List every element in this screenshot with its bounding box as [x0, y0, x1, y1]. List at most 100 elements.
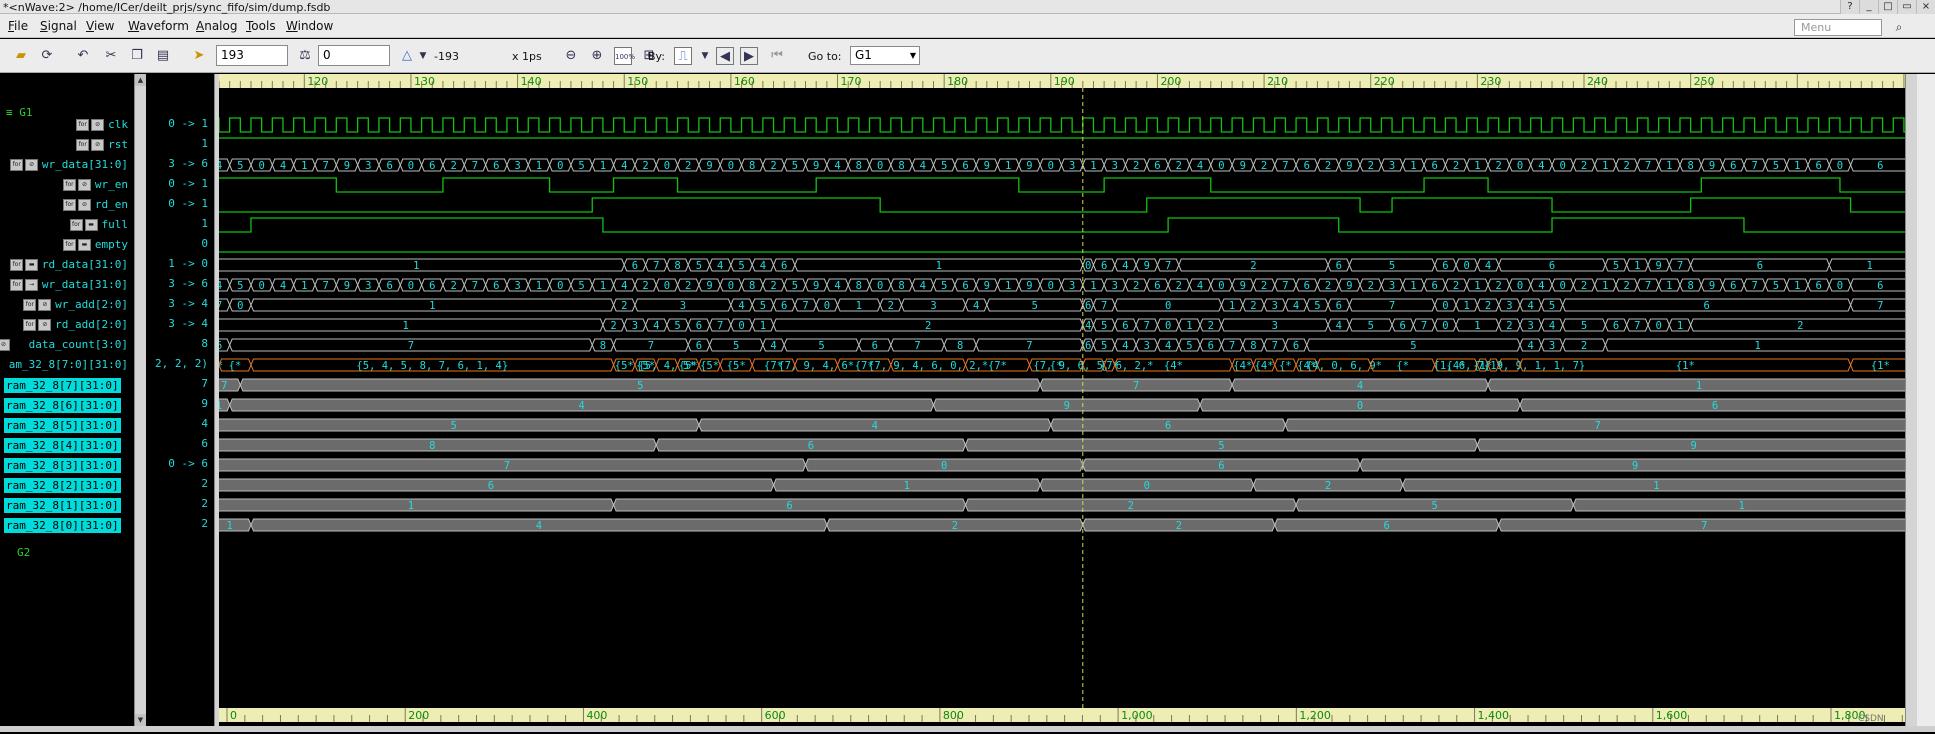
paste-icon[interactable]: ▤	[154, 47, 172, 65]
marker-time-field[interactable]: 0	[318, 45, 390, 66]
wr_data-value: 2	[1325, 280, 1331, 292]
zoom-out-icon[interactable]: ⊖	[562, 47, 580, 65]
menu-search-input[interactable]: Menu	[1794, 19, 1882, 36]
signal-row[interactable]: ram_32_8[4][31:0]	[0, 435, 134, 455]
signal-row[interactable]: for ▬ rd_data[31:0]	[0, 255, 134, 275]
signal-name[interactable]: ram_32_8[4][31:0]	[4, 438, 121, 453]
menu-tools[interactable]: Tools	[246, 19, 276, 33]
cursor-time-field[interactable]: 193	[216, 45, 288, 66]
wr_data-value: 4	[1538, 160, 1544, 172]
signal-name[interactable]: wr_data[31:0]	[42, 158, 128, 171]
signal-row[interactable]: ram_32_8[7][31:0]	[0, 375, 134, 395]
signal-row[interactable]: ram_32_8[1][31:0]	[0, 495, 134, 515]
signal-row[interactable]: for ⊘ rst	[0, 135, 134, 155]
search-backward-icon[interactable]: ◀	[716, 47, 734, 65]
signal-row[interactable]: for ▬ full	[0, 215, 134, 235]
menu-file[interactable]: File	[8, 19, 28, 33]
r5-segment	[219, 418, 700, 432]
restore-button[interactable]: ▭	[1897, 0, 1916, 14]
signal-name[interactable]: data_count[3:0]	[29, 338, 128, 351]
help-button[interactable]: ?	[1840, 0, 1859, 14]
signal-row[interactable]: ram_32_8[3][31:0]	[0, 455, 134, 475]
signal-name[interactable]: ram_32_8[5][31:0]	[4, 418, 121, 433]
wr_data-value: 6	[493, 160, 499, 172]
signal-name[interactable]: ram_32_8[1][31:0]	[4, 498, 121, 513]
signal-name[interactable]: rst	[108, 138, 128, 151]
signal-row[interactable]: for ⊘ wr_en	[0, 175, 134, 195]
signal-row[interactable]: for ⊘ rd_add[2:0]	[0, 315, 134, 335]
wr_data-value: 1	[536, 160, 542, 172]
signal-name[interactable]: wr_add[2:0]	[55, 298, 128, 311]
signal-row[interactable]: for ⊘ wr_add[2:0]	[0, 295, 134, 315]
signal-name[interactable]: wr_data[31:0]	[42, 278, 128, 291]
signal-row[interactable]: am_32_8[7:0][31:0]	[0, 355, 134, 375]
waveform-canvas[interactable]: 120 130 140 150 160 170 180 190 200 210 220 230 240 2…	[219, 74, 1905, 734]
menu-waveform[interactable]: Waveform	[128, 19, 189, 33]
signal-name[interactable]: ram_32_8[0][31:0]	[4, 518, 121, 533]
data_count-value: 5	[733, 340, 739, 352]
maximize-button[interactable]: □	[1878, 0, 1897, 14]
signal-row[interactable]: for ⊘ clk	[0, 115, 134, 135]
signal-name[interactable]: ram_32_8[7][31:0]	[4, 378, 121, 393]
wr_data-value: 2	[1133, 160, 1139, 172]
signal-row[interactable]: for ⊘ wr_data[31:0]	[0, 155, 134, 175]
signal-name[interactable]: rd_data[31:0]	[42, 258, 128, 271]
signal-name[interactable]: wr_en	[95, 178, 128, 191]
close-button[interactable]: ×	[1916, 0, 1935, 14]
wr_data-value: 9	[1240, 280, 1246, 292]
minimize-button[interactable]: _	[1859, 0, 1878, 14]
marker-icon[interactable]: ⚖	[296, 47, 314, 65]
signal-name[interactable]: empty	[95, 238, 128, 251]
cut-icon[interactable]: ✂	[102, 47, 120, 65]
signal-name[interactable]: ram_32_8[3][31:0]	[4, 458, 121, 473]
data_count-value: 1	[1755, 340, 1761, 352]
search-forward-icon[interactable]: ▶	[740, 47, 758, 65]
signal-row[interactable]: for → wr_data[31:0]	[0, 275, 134, 295]
signal-name[interactable]: ram_32_8[6][31:0]	[4, 398, 121, 413]
group-g2[interactable]: G2	[17, 546, 30, 559]
zoom-fit-icon[interactable]: 100%	[614, 47, 635, 65]
r3-value: 9	[1632, 460, 1638, 472]
names-scrollbar[interactable]: ▲ ▼	[134, 74, 146, 726]
signal-row[interactable]: ⊘ data_count[3:0]	[0, 335, 134, 355]
search-icon[interactable]: ⌕	[1887, 19, 1911, 36]
open-folder-icon[interactable]: ▰	[12, 47, 30, 65]
menu-window[interactable]: Window	[286, 19, 333, 33]
cursor-tool-icon[interactable]: ➤	[190, 47, 208, 65]
wr_data-value: 3	[365, 160, 371, 172]
undo-icon[interactable]: ↶	[74, 47, 92, 65]
signal-name[interactable]: am_32_8[7:0][31:0]	[9, 358, 128, 371]
menu-signal[interactable]: Signal	[40, 19, 77, 33]
menu-analog[interactable]: Analog	[196, 19, 237, 33]
signal-row[interactable]: ram_32_8[2][31:0]	[0, 475, 134, 495]
r0-value: 6	[1384, 520, 1390, 532]
copy-icon[interactable]: ❐	[128, 47, 146, 65]
horizontal-scrollbar[interactable]	[0, 726, 1935, 732]
scroll-down-icon[interactable]: ▼	[135, 714, 146, 726]
search-by-icon[interactable]: ⎍	[674, 47, 692, 65]
signal-name[interactable]: ram_32_8[2][31:0]	[4, 478, 121, 493]
signal-name[interactable]: rd_add[2:0]	[55, 318, 128, 331]
signal-row[interactable]: for ▬ empty	[0, 235, 134, 255]
goto-select[interactable]: G1 ▼	[850, 46, 920, 65]
delta-dropdown-icon[interactable]: ▼	[414, 47, 432, 65]
signal-name[interactable]: rd_en	[95, 198, 128, 211]
rd_add-segment	[219, 318, 604, 332]
signal-row[interactable]: ram_32_8[6][31:0]	[0, 395, 134, 415]
signal-name[interactable]: full	[102, 218, 129, 231]
rd_add-value: 2	[1797, 320, 1803, 332]
wr_add-value: 7	[802, 300, 808, 312]
search-by-dropdown-icon[interactable]: ▼	[696, 47, 714, 65]
scroll-up-icon[interactable]: ▲	[135, 74, 146, 86]
cursor-home-icon[interactable]: ⏮	[768, 47, 786, 65]
zoom-in-icon[interactable]: ⊕	[588, 47, 606, 65]
signal-row[interactable]: ram_32_8[5][31:0]	[0, 415, 134, 435]
reload-icon[interactable]: ⟳	[38, 47, 56, 65]
signal-row[interactable]: ram_32_8[0][31:0]	[0, 515, 134, 535]
ruler-label: 250	[1694, 75, 1715, 88]
signal-row[interactable]: for ⊘ rd_en	[0, 195, 134, 215]
menu-view[interactable]: View	[86, 19, 114, 33]
signal-name[interactable]: clk	[108, 118, 128, 131]
wr_data-value: 8	[749, 280, 755, 292]
waveform-vertical-scrollbar[interactable]	[1905, 74, 1917, 726]
